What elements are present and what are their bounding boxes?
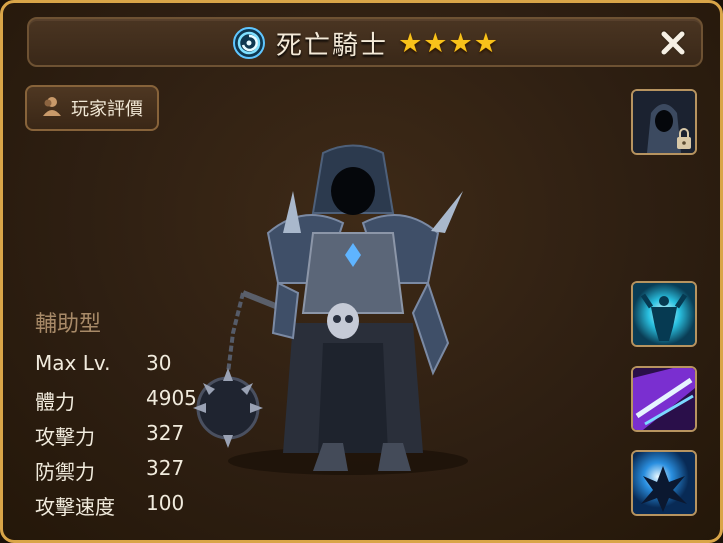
stat-name: 防禦力	[35, 460, 95, 484]
player-review-button[interactable]: 玩家評價	[25, 85, 159, 131]
star-rating: ★ ★ ★ ★	[398, 30, 498, 57]
close-button[interactable]	[657, 27, 689, 59]
stat-row-attack: 攻擊力 327	[35, 421, 184, 451]
monster-artwork	[173, 143, 513, 483]
player-review-label: 玩家評價	[71, 99, 143, 120]
stat-name: 攻擊速度	[35, 495, 115, 519]
stat-name: 攻擊力	[35, 425, 95, 449]
skill-slot-2[interactable]	[631, 366, 697, 432]
monster-portrait-slot[interactable]	[631, 89, 697, 155]
hooded-knight-portrait-icon	[633, 91, 695, 153]
title-group: 死亡騎士 ★ ★ ★ ★	[29, 25, 701, 61]
stat-value: 4905	[146, 386, 197, 410]
stat-row-defense: 防禦力 327	[35, 456, 184, 486]
purple-slash-skill-icon	[633, 368, 695, 430]
star-icon: ★	[473, 27, 498, 59]
star-icon: ★	[448, 27, 473, 59]
star-icon: ★	[398, 27, 423, 59]
aura-power-skill-icon	[633, 283, 695, 345]
stat-value: 327	[146, 456, 185, 480]
stat-row-hp: 體力 4905	[35, 386, 197, 416]
wind-element-icon	[232, 26, 266, 60]
stat-row-max-lv: Max Lv. 30	[35, 351, 171, 381]
monster-type-label: 輔助型	[35, 312, 102, 337]
blue-impact-skill-icon	[633, 452, 695, 514]
skill-slot-3[interactable]	[631, 450, 697, 516]
stat-value: 100	[146, 491, 185, 515]
stat-value: 30	[146, 351, 172, 375]
title-bar: 死亡騎士 ★ ★ ★ ★	[27, 17, 703, 67]
close-icon	[660, 30, 686, 56]
star-icon: ★	[423, 27, 448, 59]
stat-row-attack-speed: 攻擊速度 100	[35, 491, 184, 521]
monster-info-window: 死亡騎士 ★ ★ ★ ★ 玩家評價 輔助型 Max Lv. 30 體力 4905…	[0, 0, 723, 543]
monster-name: 死亡騎士	[276, 30, 389, 61]
skill-slot-1[interactable]	[631, 281, 697, 347]
stat-value: 327	[146, 421, 185, 445]
stat-name: Max Lv.	[35, 351, 111, 375]
person-icon	[41, 95, 63, 121]
stat-name: 體力	[35, 390, 75, 414]
